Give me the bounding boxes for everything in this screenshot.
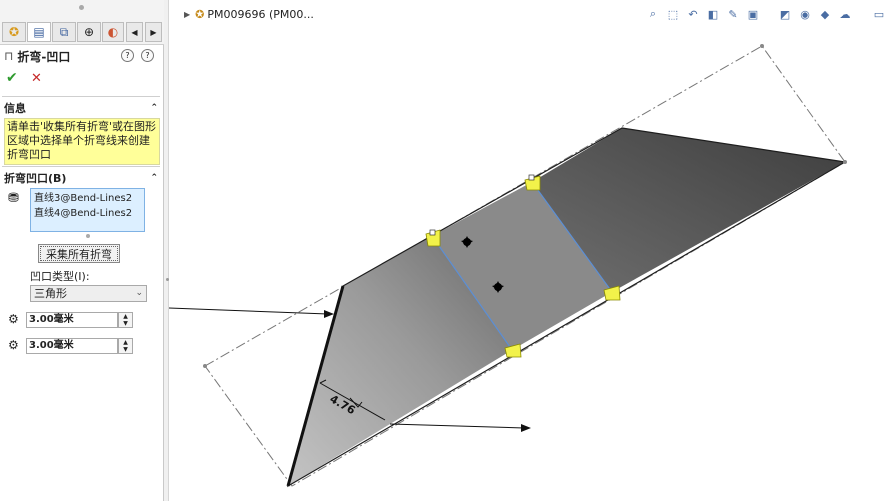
chevron-up-icon: ⌃ bbox=[150, 103, 158, 113]
part-icon: ✪ bbox=[195, 8, 205, 21]
relief-type-value: 三角形 bbox=[34, 287, 67, 300]
sketch-point[interactable] bbox=[203, 364, 207, 368]
spin-down-icon: ▼ bbox=[123, 346, 128, 353]
bend-lines-icon: ⛃ bbox=[8, 191, 19, 206]
help-button[interactable]: ? bbox=[121, 49, 134, 62]
configuration-manager-icon: ⧉ bbox=[59, 24, 69, 39]
tab-dimxpert[interactable]: ⊕ bbox=[77, 22, 101, 42]
check-icon: ✔ bbox=[6, 70, 18, 86]
annotation-arrow bbox=[389, 423, 531, 432]
heads-up-toolbar: ⌕ ⬚ ↶ ◧ ✎ ▣ ◩ ◉ ◆ ☁ ▭ bbox=[645, 6, 890, 22]
info-message: 请单击'收集所有折弯'或在图形区域中选择单个折弯线来创建折弯凹口 bbox=[4, 118, 160, 165]
zoom-to-fit-icon[interactable]: ⌕ bbox=[645, 6, 661, 22]
relief-gap-icon: ⚙ bbox=[8, 312, 19, 326]
relief-handle[interactable] bbox=[425, 229, 441, 247]
edit-appearance-icon[interactable]: ◆ bbox=[817, 6, 833, 22]
dynamic-annotation-icon[interactable]: ✎ bbox=[725, 6, 741, 22]
relief-extension-stepper[interactable]: ▲ ▼ bbox=[118, 338, 133, 354]
tab-configuration-manager[interactable]: ⧉ bbox=[52, 22, 76, 42]
hide-show-items-icon[interactable]: ◉ bbox=[797, 6, 813, 22]
feature-title: 折弯-凹口 bbox=[17, 49, 71, 64]
zoom-to-area-icon[interactable]: ⬚ bbox=[665, 6, 681, 22]
tab-display-manager[interactable]: ◐ bbox=[102, 22, 124, 42]
divider bbox=[2, 166, 160, 167]
relief-extension-icon: ⚙ bbox=[8, 338, 19, 352]
list-item[interactable]: 直线4@Bend-Lines2 bbox=[34, 206, 141, 221]
bend-selection-list[interactable]: 直线3@Bend-Lines2 直线4@Bend-Lines2 bbox=[30, 188, 145, 232]
chevron-right-icon: ▶ bbox=[150, 27, 157, 37]
dimxpert-icon: ⊕ bbox=[83, 25, 95, 39]
tab-scroll-right[interactable]: ▶ bbox=[145, 22, 162, 42]
spin-up-icon: ▲ bbox=[123, 313, 128, 320]
tab-scroll-left[interactable]: ◀ bbox=[126, 22, 143, 42]
relief-type-label: 凹口类型(I): bbox=[30, 270, 90, 283]
spin-down-icon: ▼ bbox=[123, 320, 128, 327]
expand-arrow-icon: ▶ bbox=[184, 10, 191, 19]
panel-tab-bar: ✪ ▤ ⧉ ⊕ ◐ ◀ ▶ bbox=[0, 0, 164, 45]
feature-title-row: ⊓ 折弯-凹口 bbox=[4, 47, 160, 65]
chevron-left-icon: ◀ bbox=[131, 27, 138, 37]
close-icon: ✕ bbox=[31, 71, 42, 86]
divider bbox=[2, 96, 160, 97]
chevron-up-icon: ⌃ bbox=[150, 173, 158, 183]
breadcrumb[interactable]: ▶ ✪ PM009696 (PM00... bbox=[184, 8, 314, 21]
chevron-down-icon: ⌄ bbox=[135, 288, 143, 298]
relief-section-title: 折弯凹口(B) bbox=[4, 172, 67, 185]
feature-manager-icon: ✪ bbox=[8, 25, 20, 39]
list-item[interactable]: 直线3@Bend-Lines2 bbox=[34, 191, 141, 206]
collect-all-bends-button[interactable]: 采集所有折弯 bbox=[38, 244, 120, 263]
part-name: PM009696 (PM00... bbox=[207, 8, 314, 21]
tab-feature-manager[interactable]: ✪ bbox=[2, 22, 26, 42]
sketch-point[interactable] bbox=[760, 44, 764, 48]
relief-gap-stepper[interactable]: ▲ ▼ bbox=[118, 312, 133, 328]
previous-view-icon[interactable]: ↶ bbox=[685, 6, 701, 22]
relief-section-header[interactable]: 折弯凹口(B) ⌃ bbox=[4, 170, 160, 186]
detail-help-button[interactable]: ? bbox=[141, 49, 154, 62]
apply-scene-icon[interactable]: ☁ bbox=[837, 6, 853, 22]
list-resize-grip[interactable] bbox=[86, 234, 90, 238]
view-orientation-icon[interactable]: ▣ bbox=[745, 6, 761, 22]
view-settings-icon[interactable]: ▭ bbox=[871, 6, 887, 22]
info-section-title: 信息 bbox=[4, 102, 26, 115]
question-icon: ? bbox=[145, 51, 150, 60]
graphics-area[interactable]: 4.76 bbox=[169, 24, 890, 501]
sketch-point[interactable] bbox=[843, 160, 847, 164]
annotation-arrow bbox=[169, 307, 334, 318]
relief-extension-input[interactable]: 3.00毫米 bbox=[26, 338, 118, 354]
confirm-button[interactable]: ✔ bbox=[6, 70, 18, 86]
spin-up-icon: ▲ bbox=[123, 339, 128, 346]
help-icon: ? bbox=[125, 51, 130, 60]
relief-handle[interactable] bbox=[524, 174, 541, 191]
section-view-icon[interactable]: ◧ bbox=[705, 6, 721, 22]
display-manager-icon: ◐ bbox=[107, 25, 119, 39]
info-section-header[interactable]: 信息 ⌃ bbox=[4, 100, 160, 116]
property-manager-icon: ▤ bbox=[33, 25, 45, 39]
relief-type-select[interactable]: 三角形 ⌄ bbox=[30, 285, 147, 302]
display-style-icon[interactable]: ◩ bbox=[777, 6, 793, 22]
panel-grip[interactable] bbox=[79, 5, 84, 10]
cancel-button[interactable]: ✕ bbox=[31, 71, 42, 86]
bend-relief-icon: ⊓ bbox=[4, 49, 14, 63]
relief-gap-input[interactable]: 3.00毫米 bbox=[26, 312, 118, 328]
property-manager-panel: ✪ ▤ ⧉ ⊕ ◐ ◀ ▶ ⊓ 折弯-凹口 ? ? ✔ ✕ 信息 ⌃ 请单击'收… bbox=[0, 0, 164, 501]
tab-property-manager[interactable]: ▤ bbox=[27, 22, 51, 42]
